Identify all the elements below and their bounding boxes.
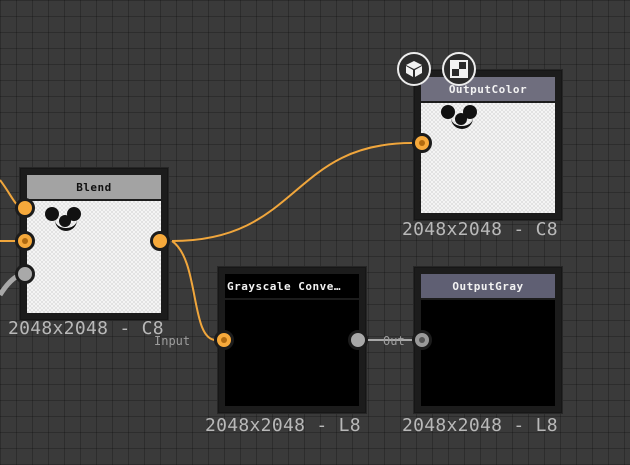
3d-view-button[interactable] — [397, 52, 431, 86]
checker-icon — [450, 60, 468, 78]
blend-input-port-1[interactable] — [15, 198, 35, 218]
grayscale-thumbnail — [225, 300, 359, 406]
2d-view-button[interactable] — [442, 52, 476, 86]
grayscale-node[interactable]: Grayscale Conve… — [218, 267, 366, 413]
outputcolor-resolution: 2048x2048 - C8 — [402, 219, 558, 240]
outputcolor-thumbnail — [421, 103, 555, 213]
blend-input-port-2[interactable] — [15, 231, 35, 251]
blend-thumbnail — [27, 201, 161, 313]
face-thumbnail-icon — [45, 207, 91, 239]
outputgray-thumbnail — [421, 300, 555, 406]
blend-node-title: Blend — [27, 175, 161, 199]
grayscale-input-label: Input — [154, 334, 191, 348]
wire-blend-to-grayscale — [171, 240, 217, 341]
grayscale-node-title: Grayscale Conve… — [225, 274, 359, 298]
3d-cube-icon — [406, 61, 422, 77]
outputgray-input-port[interactable] — [412, 330, 432, 350]
outputgray-resolution: 2048x2048 - L8 — [402, 415, 558, 436]
outputcolor-node-title: OutputColor — [421, 77, 555, 101]
grayscale-output-label: Out — [383, 334, 405, 348]
grayscale-output-port[interactable] — [348, 330, 368, 350]
blend-node[interactable]: Blend — [20, 168, 168, 320]
grayscale-resolution: 2048x2048 - L8 — [205, 415, 361, 436]
outputgray-node-title: OutputGray — [421, 274, 555, 298]
blend-resolution: 2048x2048 - C8 — [8, 318, 164, 339]
outputgray-node[interactable]: OutputGray — [414, 267, 562, 413]
wire-blend-to-outputcolor — [171, 142, 413, 242]
outputcolor-node[interactable]: OutputColor — [414, 70, 562, 220]
blend-input-port-3[interactable] — [15, 264, 35, 284]
blend-output-port[interactable] — [150, 231, 170, 251]
outputcolor-input-port[interactable] — [412, 133, 432, 153]
grayscale-input-port[interactable] — [214, 330, 234, 350]
face-thumbnail-icon — [441, 105, 487, 137]
